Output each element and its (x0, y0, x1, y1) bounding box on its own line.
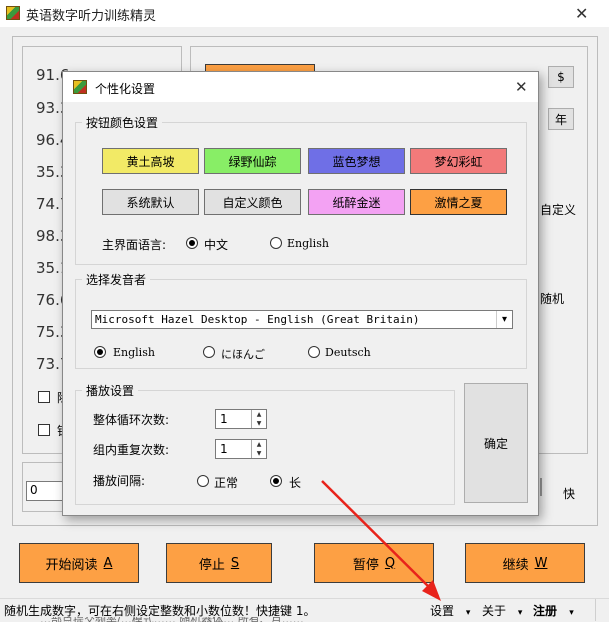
spinner-arrows[interactable]: ▲ ▼ (251, 410, 266, 428)
stop-label: 停止 (198, 557, 225, 573)
window-title: 英语数字听力训练精灵 (26, 9, 157, 24)
color-button-label: 蓝色梦想 (332, 154, 381, 169)
voice-english-label: English (113, 346, 155, 359)
size-grip[interactable] (595, 599, 607, 621)
color-button-system-default[interactable]: 系统默认 (102, 189, 199, 215)
interval-radio-long[interactable] (270, 475, 282, 487)
continue-hotkey: W (534, 555, 548, 571)
color-button-orange[interactable]: 激情之夏 (410, 189, 507, 215)
left-checkbox-1[interactable] (38, 391, 50, 403)
custom-label: 自定义 (540, 203, 577, 217)
menu-register-label: 注册 (533, 604, 558, 618)
color-section-legend: 按钮颜色设置 (82, 114, 163, 131)
year-button[interactable]: 年 (548, 108, 574, 130)
lang-english-label: English (287, 237, 329, 250)
dialog-titlebar: 个性化设置 ✕ (63, 72, 538, 102)
voice-select-value: Microsoft Hazel Desktop - English (Great… (95, 313, 420, 326)
menu-register-arrow-icon: ▾ (569, 608, 574, 618)
repeat-count-spinner[interactable]: 1 ▲ ▼ (215, 439, 267, 459)
color-button-label: 绿野仙踪 (228, 154, 277, 169)
stop-button[interactable]: 停止 S (166, 543, 272, 583)
color-button-label: 系统默认 (126, 195, 175, 210)
pause-label: 暂停 (352, 557, 379, 573)
confirm-button[interactable]: 确定 (464, 383, 528, 503)
continue-button[interactable]: 继续 W (465, 543, 585, 583)
loop-label: 整体循环次数: (93, 413, 170, 427)
menu-about-label: 关于 (482, 604, 507, 618)
interval-label: 播放间隔: (93, 474, 146, 488)
main-close-button[interactable]: ✕ (575, 4, 588, 23)
start-hotkey: A (103, 555, 113, 571)
dollar-button[interactable]: $ (548, 66, 574, 88)
dialog-icon (73, 80, 87, 94)
voice-select[interactable]: Microsoft Hazel Desktop - English (Great… (91, 310, 513, 329)
spinner-arrows[interactable]: ▲ ▼ (251, 440, 266, 458)
spinner-up-icon[interactable]: ▲ (252, 410, 266, 419)
playback-section-legend: 播放设置 (82, 382, 139, 399)
color-button-pink[interactable]: 纸醉金迷 (308, 189, 405, 215)
speed-fast-label: 快 (563, 487, 576, 501)
spinner-down-icon[interactable]: ▼ (252, 449, 266, 458)
main-titlebar: 英语数字听力训练精灵 ✕ (0, 0, 609, 27)
clipped-text-below: …部点提交频率/…模式…… 随机器体… 所有、月…… (40, 617, 560, 622)
spinner-down-icon[interactable]: ▼ (252, 419, 266, 428)
pause-button[interactable]: 暂停 Q (314, 543, 434, 583)
dialog-title: 个性化设置 (95, 82, 156, 96)
slider-tick (540, 478, 542, 496)
voice-section-legend: 选择发音者 (82, 271, 151, 288)
voice-radio-japanese[interactable] (203, 346, 215, 358)
dialog-close-button[interactable]: ✕ (515, 78, 528, 96)
language-label: 主界面语言: (102, 238, 167, 252)
color-button-custom[interactable]: 自定义颜色 (204, 189, 301, 215)
personalization-dialog: 个性化设置 ✕ 按钮颜色设置 黄土高坡 绿野仙踪 蓝色梦想 梦幻彩虹 系统默认 … (62, 71, 539, 516)
color-button-rainbow[interactable]: 梦幻彩虹 (410, 148, 507, 174)
voice-japanese-label: にほんご (221, 348, 265, 361)
bottom-value-input[interactable]: 0 (26, 481, 66, 501)
interval-radio-normal[interactable] (197, 475, 209, 487)
color-button-blue[interactable]: 蓝色梦想 (308, 148, 405, 174)
color-button-green[interactable]: 绿野仙踪 (204, 148, 301, 174)
menu-settings-label: 设置 (430, 604, 455, 618)
pause-hotkey: Q (384, 555, 396, 571)
color-button-label: 自定义颜色 (222, 195, 283, 210)
voice-radio-german[interactable] (308, 346, 320, 358)
bottom-value-text: 0 (30, 483, 38, 497)
loop-count-spinner[interactable]: 1 ▲ ▼ (215, 409, 267, 429)
spinner-up-icon[interactable]: ▲ (252, 440, 266, 449)
random-label: 随机 (540, 292, 565, 306)
loop-count-value: 1 (220, 412, 228, 426)
repeat-label: 组内重复次数: (93, 443, 170, 457)
interval-long-label: 长 (289, 476, 302, 490)
voice-german-label: Deutsch (325, 346, 371, 359)
year-label: 年 (554, 112, 567, 127)
repeat-count-value: 1 (220, 442, 228, 456)
color-button-label: 纸醉金迷 (332, 195, 381, 210)
dollar-label: $ (557, 70, 565, 84)
confirm-label: 确定 (483, 436, 508, 451)
app-icon (6, 6, 20, 20)
start-label: 开始阅读 (45, 557, 98, 573)
continue-label: 继续 (502, 557, 529, 573)
start-button[interactable]: 开始阅读 A (19, 543, 139, 583)
lang-radio-chinese[interactable] (186, 237, 198, 249)
voice-radio-english[interactable] (94, 346, 106, 358)
color-button-label: 激情之夏 (434, 195, 483, 210)
lang-radio-english[interactable] (270, 237, 282, 249)
stop-hotkey: S (230, 555, 240, 571)
chevron-down-icon: ▾ (496, 311, 512, 328)
color-button-label: 黄土高坡 (126, 154, 175, 169)
interval-normal-label: 正常 (214, 476, 239, 490)
color-button-yellow[interactable]: 黄土高坡 (102, 148, 199, 174)
color-button-label: 梦幻彩虹 (434, 154, 483, 169)
lang-chinese-label: 中文 (204, 238, 229, 252)
left-checkbox-2[interactable] (38, 424, 50, 436)
